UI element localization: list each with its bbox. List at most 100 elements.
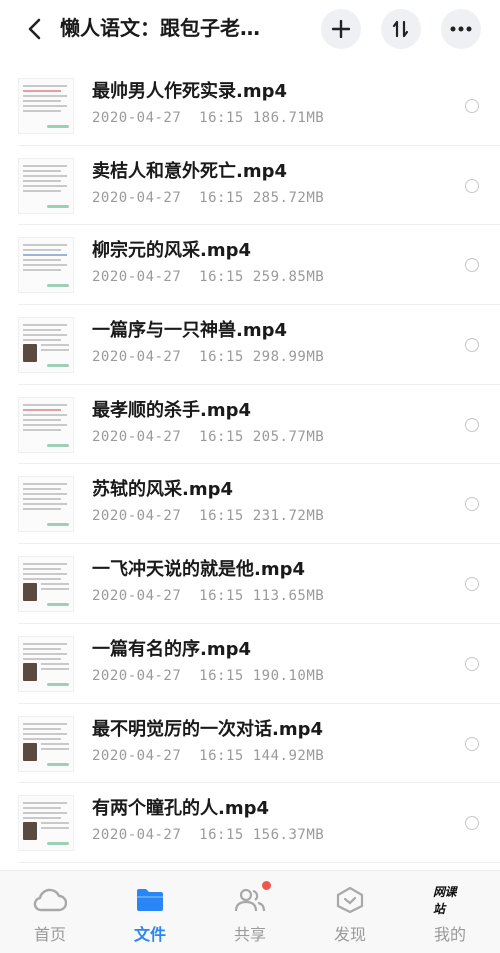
video-thumbnail (18, 157, 74, 214)
thumbnail-text-line (23, 657, 61, 660)
sort-icon (392, 20, 409, 38)
file-row[interactable]: 苏轼的风采.mp4 2020-04-27 16:15 231.72MB (18, 464, 500, 545)
file-name: 一篇有名的序.mp4 (92, 638, 252, 660)
video-thumbnail (18, 396, 74, 453)
thumbnail-accent (47, 443, 69, 447)
file-name: 柳宗元的风采.mp4 (92, 240, 252, 262)
thumbnail-text-line (23, 105, 67, 107)
top-bar: 懒人语文：跟包子老… (0, 0, 500, 64)
thumbnail-text-line (23, 488, 61, 491)
file-row[interactable]: 一篇有名的序.mp4 2020-04-27 16:15 190.10MB (18, 624, 500, 704)
thumbnail-text-line (41, 662, 69, 665)
nav-mine-label: 我的 (433, 925, 466, 944)
folder-icon (133, 885, 167, 915)
select-radio[interactable] (465, 338, 479, 353)
select-radio[interactable] (465, 656, 479, 671)
thumbnail-text-line (23, 408, 61, 411)
select-radio[interactable] (465, 178, 479, 193)
file-row[interactable]: 最不明觉厉的一次对话.mp4 2020-04-27 16:15 144.92MB (18, 704, 500, 784)
file-size: 156.37MB (252, 827, 325, 844)
thumbnail-text-line (23, 189, 61, 192)
select-radio[interactable] (465, 497, 479, 512)
file-row[interactable]: 最孝顺的杀手.mp4 2020-04-27 16:15 205.77MB (18, 385, 500, 465)
sort-button[interactable] (381, 9, 421, 49)
thumbnail-text-line (41, 742, 69, 745)
select-radio[interactable] (465, 816, 479, 831)
file-meta: 2020-04-27 16:15 144.92MB (92, 746, 324, 766)
thumbnail-accent (47, 842, 69, 846)
thumbnail-text-line (23, 259, 61, 262)
back-button[interactable] (18, 12, 52, 46)
thumbnail-text-line (23, 578, 61, 581)
nav-home[interactable]: 首页 (0, 871, 100, 953)
select-radio[interactable] (465, 258, 479, 273)
more-button[interactable] (441, 9, 481, 49)
thumbnail-text-line (23, 807, 61, 810)
file-meta: 2020-04-27 16:15 113.65MB (92, 586, 324, 606)
thumbnail-text-line (41, 827, 69, 830)
thumbnail-text-line (23, 722, 67, 725)
select-radio[interactable] (465, 417, 479, 432)
thumbnail-text-line (23, 100, 61, 102)
nav-discover-label: 发现 (333, 925, 366, 944)
thumbnail-accent (47, 284, 69, 288)
file-size: 298.99MB (252, 349, 325, 366)
file-time: 16:15 (199, 428, 244, 445)
file-name: 最帅男人作死实录.mp4 (92, 81, 288, 102)
select-radio[interactable] (465, 577, 479, 592)
select-radio[interactable] (465, 99, 479, 113)
plus-icon (332, 20, 350, 38)
thumbnail-text-line (23, 498, 61, 501)
file-list: 最帅男人作死实录.mp4 2020-04-27 16:15 186.71MB 卖桔人… (0, 66, 500, 863)
file-row[interactable]: 一飞冲天说的就是他.mp4 2020-04-27 16:15 113.65MB (18, 544, 500, 624)
thumbnail-text-line (23, 264, 67, 267)
brand-badge-text: 网课站 (433, 885, 457, 916)
thumbnail-photo (23, 662, 37, 681)
notification-dot (262, 881, 271, 890)
thumbnail-text-line (23, 110, 61, 112)
file-name: 最不明觉厉的一次对话.mp4 (92, 718, 324, 740)
file-date: 2020-04-27 (92, 667, 182, 684)
add-button[interactable] (321, 9, 361, 49)
thumbnail-text-line (41, 747, 69, 750)
thumbnail-text-line (23, 652, 67, 655)
thumbnail-text-line (23, 403, 67, 406)
thumbnail-text-line (23, 483, 67, 486)
thumbnail-text-line (23, 817, 61, 820)
file-row[interactable]: 卖桔人和意外死亡.mp4 2020-04-27 16:15 285.72MB (18, 146, 500, 226)
file-row[interactable]: 有两个瞳孔的人.mp4 2020-04-27 16:15 156.37MB (18, 783, 500, 863)
file-meta: 2020-04-27 16:15 156.37MB (92, 825, 324, 845)
file-date: 2020-04-27 (92, 428, 182, 445)
file-row[interactable]: 柳宗元的风采.mp4 2020-04-27 16:15 259.85MB (18, 225, 500, 306)
select-radio[interactable] (465, 736, 479, 751)
thumbnail-text-line (23, 174, 67, 177)
video-thumbnail (18, 715, 74, 772)
video-thumbnail (18, 476, 74, 533)
thumbnail-accent (47, 204, 69, 208)
file-name: 有两个瞳孔的人.mp4 (92, 798, 270, 820)
nav-share[interactable]: 共享 (200, 871, 300, 953)
thumbnail-text-line (23, 339, 61, 342)
file-meta: 2020-04-27 16:15 285.72MB (92, 188, 324, 208)
file-date: 2020-04-27 (92, 269, 182, 286)
file-row[interactable]: 一篇序与一只神兽.mp4 2020-04-27 16:15 298.99MB (18, 305, 500, 385)
thumbnail-text-line (23, 493, 67, 496)
file-time: 16:15 (199, 827, 244, 844)
nav-discover[interactable]: 发现 (300, 871, 400, 953)
nav-files[interactable]: 文件 (100, 871, 200, 953)
more-dots-icon (450, 26, 472, 32)
thumbnail-text-line (41, 822, 69, 825)
file-time: 16:15 (199, 349, 244, 366)
thumbnail-text-line (23, 269, 61, 272)
thumbnail-text-line (23, 428, 61, 431)
thumbnail-text-line (23, 642, 67, 645)
file-time: 16:15 (199, 747, 244, 764)
file-row[interactable]: 最帅男人作死实录.mp4 2020-04-27 16:15 186.71MB (18, 66, 500, 146)
thumbnail-text-line (23, 184, 67, 187)
thumbnail-text-line (23, 573, 67, 576)
file-meta: 2020-04-27 16:15 298.99MB (92, 347, 324, 367)
file-time: 16:15 (199, 269, 244, 286)
thumbnail-text-line (23, 90, 61, 92)
nav-mine[interactable]: 网课站 我的 (400, 871, 500, 953)
video-thumbnail (18, 317, 74, 374)
